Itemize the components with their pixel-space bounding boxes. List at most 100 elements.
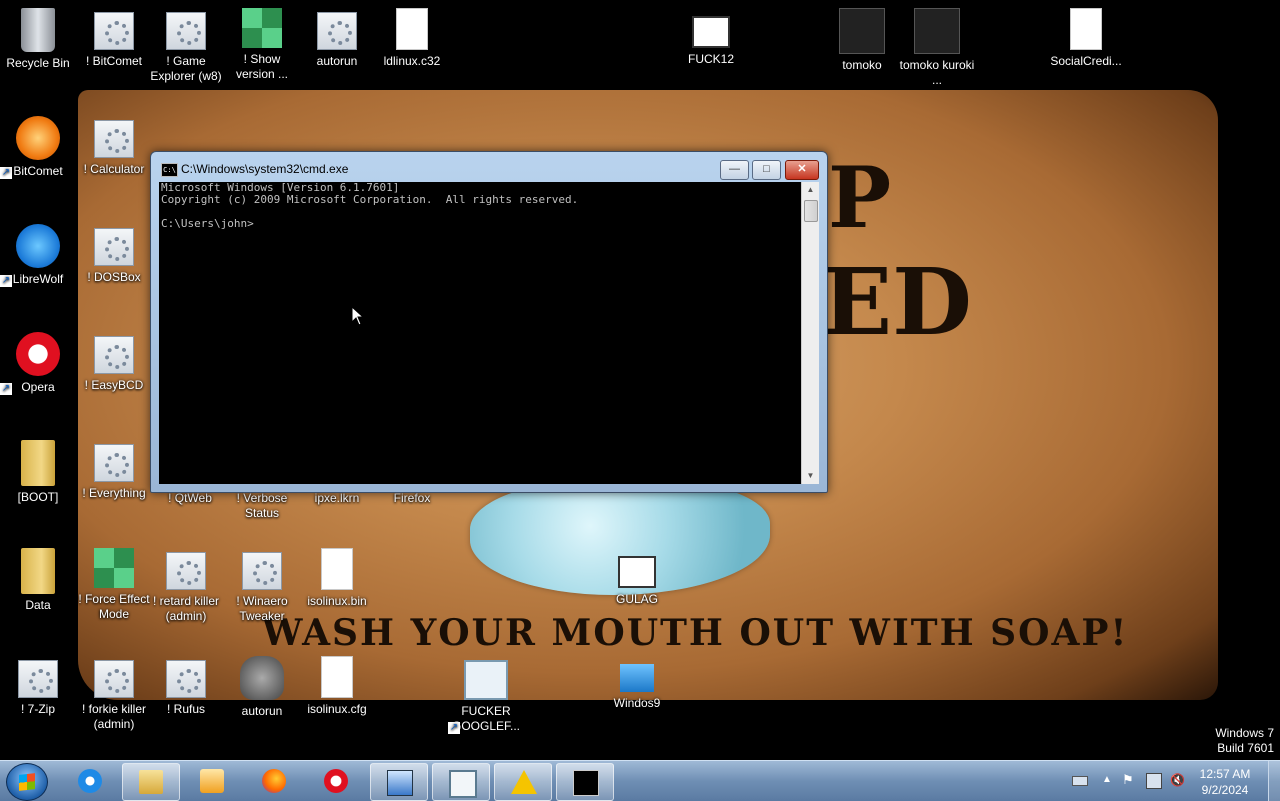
window-icon [692, 16, 730, 48]
desktop-icon-bitcomet-script[interactable]: ! BitComet [76, 8, 152, 69]
action-center-flag-icon[interactable]: ⚑ [1122, 773, 1136, 787]
desktop-icon-windos9[interactable]: Windos9 [599, 656, 675, 711]
clock[interactable]: 12:57 AM 9/2/2024 [1190, 766, 1260, 798]
blank-file-icon [396, 8, 428, 50]
desktop-icon-librewolf[interactable]: LibreWolf [0, 224, 76, 287]
opera-icon [324, 769, 348, 793]
desktop-icon-fucker-googlef[interactable]: FUCKER GOOGLEF... [448, 656, 524, 734]
wallpaper-caption: WASH YOUR MOUTH OUT WITH SOAP! [262, 612, 1129, 654]
desktop-icon-gulag[interactable]: GULAG [599, 548, 675, 607]
settings-gear-icon [94, 120, 134, 158]
taskbar: ▲ ⚑ 🔇 12:57 AM 9/2/2024 [0, 760, 1280, 801]
blank-file-icon [1070, 8, 1102, 50]
desktop-icon-autorun-inf[interactable]: autorun [299, 8, 375, 69]
desktop-icon-label: ! Show version ... [235, 52, 289, 81]
clock-date: 9/2/2024 [1201, 783, 1249, 797]
desktop-icon-recycle-bin[interactable]: Recycle Bin [0, 8, 76, 71]
desktop-icon-forkie-killer[interactable]: ! forkie killer (admin) [72, 656, 156, 732]
close-button[interactable]: ✕ [785, 160, 819, 180]
window-icon [618, 556, 656, 588]
desktop-icon-dosbox[interactable]: ! DOSBox [76, 224, 152, 285]
desktop-icon-ipxe[interactable]: ipxe.lkrn [299, 491, 375, 506]
taskbar-firefox[interactable] [246, 763, 302, 799]
taskbar-opera[interactable] [308, 763, 364, 799]
taskbar-internet-explorer[interactable] [62, 763, 118, 799]
folder-icon [21, 440, 55, 486]
taskbar-network[interactable] [370, 763, 428, 801]
desktop-icon-isolinux-bin[interactable]: isolinux.bin [299, 548, 375, 609]
desktop-icon-calculator[interactable]: ! Calculator [76, 116, 152, 177]
taskbar-cmd[interactable] [556, 763, 614, 801]
desktop-icon-label: [BOOT] [17, 490, 59, 504]
maximize-button[interactable]: □ [752, 160, 781, 180]
volume-muted-icon[interactable]: 🔇 [1170, 773, 1185, 787]
settings-gear-icon [94, 228, 134, 266]
recycle-bin-icon [21, 8, 55, 52]
taskbar-windows-explorer[interactable] [122, 763, 180, 801]
screenshot-icon [449, 770, 477, 798]
desktop-icon-firefox[interactable]: Firefox [374, 491, 450, 506]
minimize-button[interactable]: — [720, 160, 749, 180]
desktop-icon-bitcomet[interactable]: BitComet [0, 116, 76, 179]
network-icon[interactable] [1146, 773, 1162, 789]
desktop-icon-retard-killer[interactable]: ! retard killer (admin) [148, 548, 224, 624]
console-area[interactable]: Microsoft Windows [Version 6.1.7601] Cop… [159, 182, 801, 484]
blank-file-icon [321, 548, 353, 590]
desktop-icon-data-folder[interactable]: Data [0, 548, 76, 613]
desktop-icon-winaero-tweaker[interactable]: ! Winaero Tweaker [224, 548, 300, 624]
desktop-icon-socialcredit[interactable]: SocialCredi... [1048, 8, 1124, 69]
desktop-icon-label: ! Calculator [83, 162, 145, 176]
desktop-icon-boot-folder[interactable]: [BOOT] [0, 440, 76, 505]
desktop-icon-label: ! EasyBCD [84, 378, 144, 392]
desktop-icon-label: ipxe.lkrn [314, 491, 360, 505]
desktop-icon-ldlinux[interactable]: ldlinux.c32 [374, 8, 450, 69]
settings-gear-icon [166, 660, 206, 698]
desktop-icon-fuck12[interactable]: FUCK12 [673, 8, 749, 67]
taskbar-media-player[interactable] [184, 763, 240, 799]
desktop-icon-verbose-status[interactable]: ! Verbose Status [224, 491, 300, 521]
scroll-thumb[interactable] [804, 200, 818, 222]
registry-blocks-icon [94, 548, 134, 588]
cmd-window[interactable]: C:\ C:\Windows\system32\cmd.exe — □ ✕ Mi… [150, 151, 828, 493]
registry-blocks-icon [242, 8, 282, 48]
desktop-icon-easybcd[interactable]: ! EasyBCD [76, 332, 152, 393]
show-desktop-button[interactable] [1268, 761, 1280, 801]
taskbar-warning[interactable] [494, 763, 552, 801]
desktop-icon-label: FUCKER GOOGLEF... [451, 704, 520, 733]
desktop-icon-isolinux-cfg[interactable]: isolinux.cfg [299, 656, 375, 717]
taskbar-screenshot-tool[interactable] [432, 763, 490, 801]
keyboard-icon[interactable] [1072, 776, 1088, 786]
settings-gear-icon [242, 552, 282, 590]
folder-icon [139, 770, 163, 794]
desktop-icon-label: ! QtWeb [168, 491, 212, 505]
show-hidden-icons-chevron-icon[interactable]: ▲ [1100, 773, 1114, 787]
desktop-icon-7zip[interactable]: ! 7-Zip [0, 656, 76, 717]
desktop-icon-label: ! 7-Zip [20, 702, 55, 716]
desktop-icon-autorun[interactable]: autorun [224, 656, 300, 719]
desktop-icon-label: ! retard killer (admin) [152, 594, 220, 623]
desktop-icon-force-effect-mode[interactable]: ! Force Effect Mode [72, 548, 156, 622]
desktop-icon-game-explorer[interactable]: ! Game Explorer (w8) [148, 8, 224, 84]
cmd-icon [573, 770, 599, 796]
windows-build-watermark: Windows 7 Build 7601 [1215, 726, 1274, 756]
desktop-icon-rufus[interactable]: ! Rufus [148, 656, 224, 717]
desktop-icon-label: isolinux.bin [307, 594, 367, 608]
scroll-up-arrow-icon[interactable]: ▲ [802, 182, 819, 198]
desktop-icon-opera[interactable]: Opera [0, 332, 76, 395]
start-button[interactable] [6, 763, 48, 801]
desktop-icon-qtweb[interactable]: ! QtWeb [152, 491, 228, 506]
settings-gear-icon [94, 336, 134, 374]
desktop-icon-everything[interactable]: ! Everything [76, 440, 152, 501]
desktop-icon-label: ! Force Effect Mode [78, 592, 150, 621]
image-icon [914, 8, 960, 54]
settings-gear-icon [166, 12, 206, 50]
firefox-icon [262, 769, 286, 793]
scroll-down-arrow-icon[interactable]: ▼ [802, 468, 819, 484]
desktop-icon-tomoko[interactable]: tomoko [824, 8, 900, 73]
settings-gear-icon [94, 444, 134, 482]
vertical-scrollbar[interactable]: ▲ ▼ [801, 182, 819, 484]
desktop-icon-label: Firefox [393, 491, 431, 505]
desktop-icon-show-version[interactable]: ! Show version ... [224, 8, 300, 82]
settings-gear-icon [166, 552, 206, 590]
desktop-icon-tomoko-kuroki[interactable]: tomoko kuroki ... [899, 8, 975, 88]
